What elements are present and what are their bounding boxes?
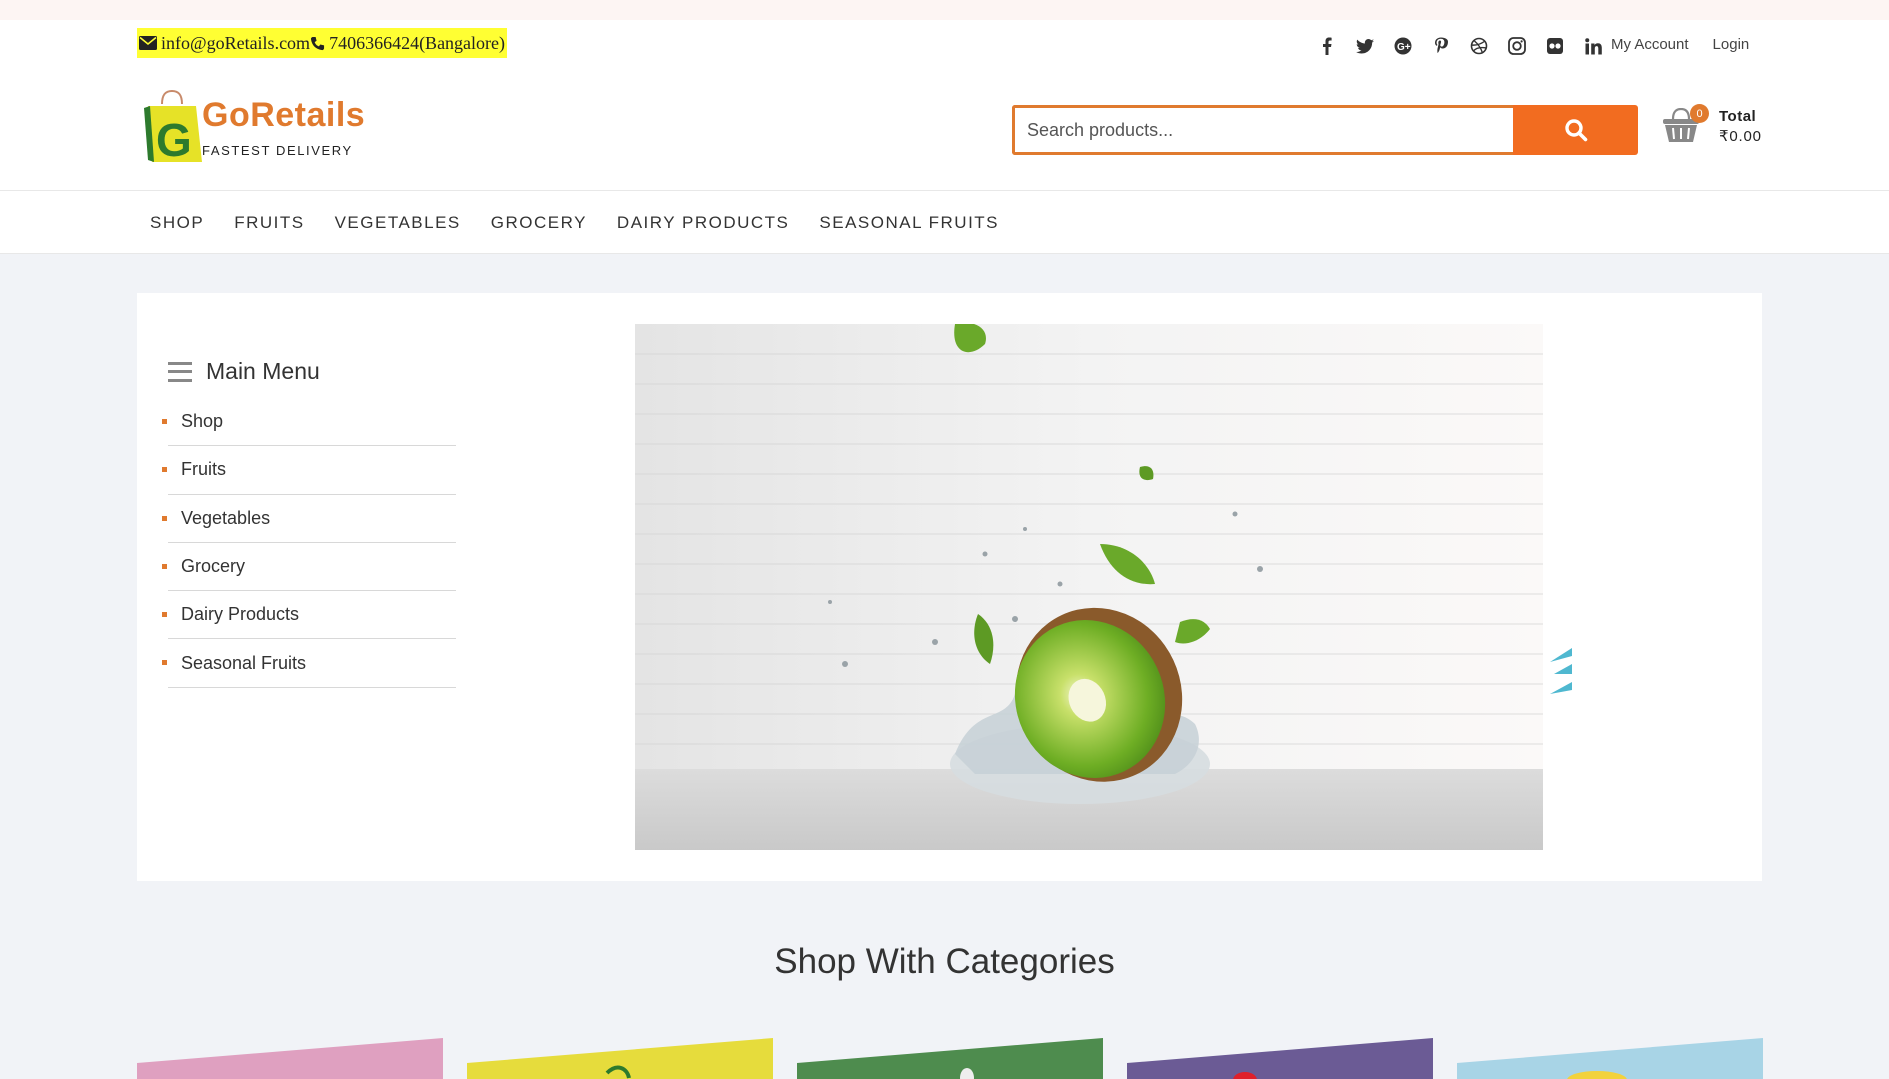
instagram-icon[interactable] — [1498, 32, 1536, 60]
facebook-icon[interactable] — [1308, 32, 1346, 60]
sidebar-item-dairy-products[interactable]: Dairy Products — [162, 591, 456, 640]
nav-item-fruits[interactable]: FRUITS — [221, 213, 317, 233]
cart-total-label: Total — [1719, 108, 1757, 125]
main-nav: SHOP FRUITS VEGETABLES GROCERY DAIRY PRO… — [0, 190, 1889, 254]
nav-item-seasonal-fruits[interactable]: SEASONAL FRUITS — [806, 213, 1012, 233]
svg-text:G+: G+ — [1397, 42, 1411, 53]
category-tile[interactable] — [137, 1038, 443, 1079]
hero-slide-image[interactable] — [635, 324, 1543, 850]
categories-section-title: Shop With Categories — [774, 942, 1115, 981]
cart-total-value: ₹0.00 — [1719, 128, 1762, 145]
contact-email[interactable]: info@goRetails.com — [161, 33, 310, 54]
twitter-icon[interactable] — [1346, 32, 1384, 60]
google-plus-icon[interactable]: G+ — [1384, 32, 1422, 60]
nav-item-vegetables[interactable]: VEGETABLES — [322, 213, 474, 233]
brand-name[interactable]: GoRetails — [202, 96, 365, 135]
sidebar-item-fruits[interactable]: Fruits — [162, 446, 456, 495]
login-link[interactable]: Login — [1713, 36, 1750, 53]
sidebar-menu: Shop Fruits Vegetables Grocery Dairy Pro… — [162, 398, 456, 688]
account-links: My Account Login — [1611, 36, 1773, 53]
brand-tagline: FASTEST DELIVERY — [202, 143, 353, 158]
my-account-link[interactable]: My Account — [1611, 36, 1689, 53]
search-icon — [1564, 119, 1587, 142]
nav-item-shop[interactable]: SHOP — [137, 213, 217, 233]
pinterest-icon[interactable] — [1422, 32, 1460, 60]
slider-next-arrow-icon[interactable] — [1548, 648, 1572, 705]
nav-item-dairy-products[interactable]: DAIRY PRODUCTS — [604, 213, 802, 233]
dribbble-icon[interactable] — [1460, 32, 1498, 60]
top-strip — [0, 0, 1889, 20]
flickr-icon[interactable] — [1536, 32, 1574, 60]
hamburger-icon — [168, 361, 192, 382]
contact-bar: info@goRetails.com 7406366424(Bangalore) — [137, 28, 508, 58]
category-tile[interactable] — [467, 1038, 773, 1079]
sidebar-menu-title[interactable]: Main Menu — [168, 358, 320, 385]
cart-count-badge: 0 — [1690, 104, 1709, 123]
phone-icon — [310, 36, 325, 51]
sidebar-title-text: Main Menu — [206, 358, 320, 384]
social-links: G+ — [1308, 32, 1612, 60]
category-tile[interactable] — [1127, 1038, 1433, 1079]
contact-phone[interactable]: 7406366424(Bangalore) — [329, 33, 505, 54]
category-tile[interactable] — [797, 1038, 1103, 1079]
sidebar-item-vegetables[interactable]: Vegetables — [162, 495, 456, 543]
sidebar-item-grocery[interactable]: Grocery — [162, 543, 456, 592]
linkedin-icon[interactable] — [1574, 32, 1612, 60]
sidebar-item-shop[interactable]: Shop — [162, 398, 456, 447]
category-tile[interactable] — [1457, 1038, 1763, 1079]
envelope-icon — [139, 36, 157, 50]
svg-text:G: G — [156, 114, 192, 164]
search-button[interactable] — [1513, 105, 1638, 155]
search-input[interactable] — [1012, 105, 1513, 155]
brand-logo[interactable]: G — [140, 89, 204, 166]
sidebar-item-seasonal-fruits[interactable]: Seasonal Fruits — [162, 639, 456, 688]
nav-item-grocery[interactable]: GROCERY — [478, 213, 600, 233]
search-form — [1012, 105, 1638, 155]
